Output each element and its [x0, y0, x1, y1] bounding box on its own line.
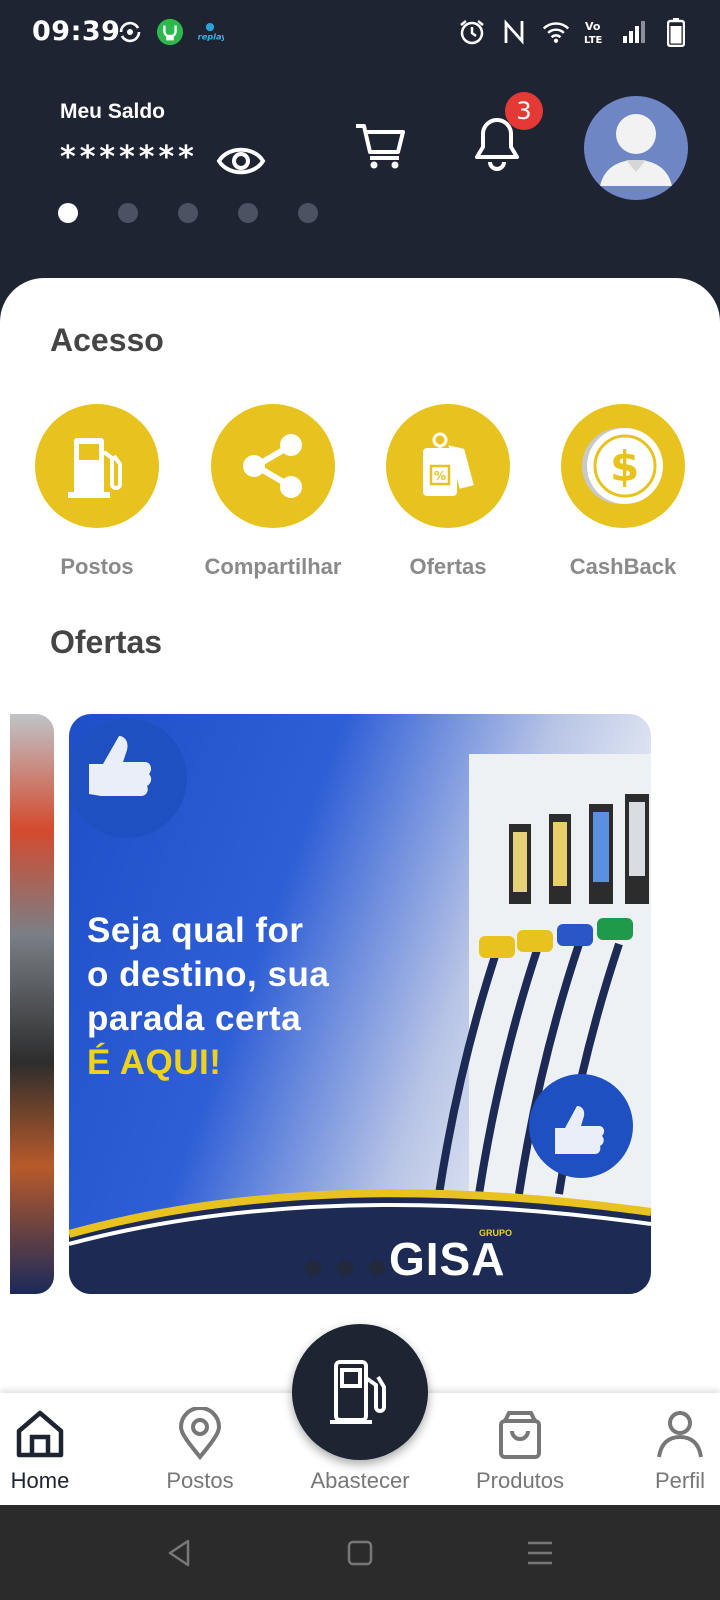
cart-button[interactable]	[354, 118, 408, 172]
nav-item-produtos[interactable]: Produtos	[450, 1393, 590, 1505]
fuel-pump-icon	[330, 1360, 386, 1424]
abastecer-fab-button[interactable]	[292, 1324, 428, 1460]
person-icon	[657, 1411, 703, 1458]
dollar-coin-icon: $	[582, 428, 663, 504]
balance-carousel-dots	[58, 203, 318, 223]
back-triangle-icon	[168, 1539, 190, 1567]
offer-carousel-dot[interactable]	[337, 1260, 353, 1276]
balance-label: Meu Saldo	[60, 100, 166, 123]
battery-icon	[662, 18, 690, 47]
price-tags-icon: %	[423, 432, 477, 496]
svg-text:Vo: Vo	[585, 20, 601, 33]
carousel-dot[interactable]	[298, 203, 318, 223]
svg-text:LTE: LTE	[584, 35, 603, 46]
menu-lines-icon	[528, 1541, 552, 1565]
system-recents-button[interactable]	[520, 1535, 560, 1571]
nav-item-perfil[interactable]: Perfil	[610, 1393, 720, 1505]
access-label: Ofertas	[409, 554, 487, 579]
access-label: Postos	[60, 554, 134, 579]
offer-line-4: É AQUI!	[87, 1043, 222, 1082]
alarm-icon	[458, 18, 486, 46]
nav-label: Produtos	[475, 1468, 565, 1493]
access-section-title: Acesso	[50, 322, 164, 358]
wifi-icon	[542, 18, 570, 46]
toggle-balance-visibility-button[interactable]	[216, 140, 266, 182]
access-item-compartilhar[interactable]: Compartilhar	[188, 404, 358, 580]
svg-text:%: %	[434, 469, 446, 483]
system-home-button[interactable]	[340, 1535, 380, 1571]
carousel-dot[interactable]	[118, 203, 138, 223]
offer-carousel-dot[interactable]	[369, 1260, 385, 1276]
fuel-pump-icon	[68, 438, 122, 498]
svg-text:$: $	[610, 442, 639, 491]
system-navigation-bar	[0, 1505, 720, 1600]
access-label: CashBack	[569, 554, 677, 579]
access-label: Compartilhar	[204, 554, 342, 579]
abastecer-label: Abastecer	[310, 1468, 410, 1493]
nav-label: Perfil	[654, 1468, 706, 1493]
cart-icon	[356, 124, 405, 169]
offer-brand-sub: GRUPO	[479, 1228, 513, 1238]
avatar[interactable]	[584, 96, 688, 200]
carousel-dot[interactable]	[178, 203, 198, 223]
status-right-icons: Vo LTE	[458, 18, 690, 47]
svg-text:replay: replay	[198, 31, 224, 41]
system-back-button[interactable]	[160, 1535, 200, 1571]
carousel-dot[interactable]	[238, 203, 258, 223]
sync-icon	[116, 18, 144, 46]
nav-label: Postos	[166, 1468, 234, 1493]
nav-item-postos[interactable]: Postos	[130, 1393, 270, 1505]
status-bar: 09:39 replay Vo LTE	[0, 0, 720, 70]
user-avatar-icon	[600, 114, 672, 186]
notification-count-badge: 3	[505, 92, 543, 130]
offer-line-2: o destino, sua	[87, 955, 330, 994]
app-notification-icon	[156, 18, 184, 46]
eye-icon	[216, 147, 266, 175]
offer-line-1: Seja qual for	[87, 911, 304, 950]
offer-line-3: parada certa	[87, 999, 302, 1038]
offers-section-title: Ofertas	[50, 624, 163, 660]
status-time: 09:39	[32, 16, 121, 47]
offer-banner-text: Seja qual for o destino, sua parada cert…	[87, 909, 329, 1085]
access-item-ofertas[interactable]: % Ofertas	[363, 404, 533, 580]
offer-card-previous[interactable]	[10, 714, 54, 1294]
home-icon	[16, 1410, 64, 1458]
offer-brand-logo: GISA	[389, 1233, 506, 1285]
nfc-icon	[500, 18, 528, 46]
shopping-bag-icon	[499, 1411, 541, 1459]
nav-item-home[interactable]: Home	[0, 1393, 110, 1505]
offer-carousel-dot[interactable]	[305, 1260, 321, 1276]
offer-carousel-dots	[305, 1260, 385, 1276]
access-item-postos[interactable]: Postos	[12, 404, 182, 580]
volte-icon: Vo LTE	[584, 18, 606, 46]
status-left-icons: replay	[116, 18, 224, 46]
nav-label: Home	[10, 1468, 70, 1493]
share-icon	[243, 434, 302, 498]
signal-icon	[620, 18, 648, 46]
offer-card[interactable]: Seja qual for o destino, sua parada cert…	[69, 714, 651, 1294]
home-square-icon	[347, 1540, 373, 1566]
balance-value: *******	[60, 140, 198, 175]
carousel-dot[interactable]	[58, 203, 78, 223]
replay-icon: replay	[196, 18, 224, 46]
access-item-cashback[interactable]: $ CashBack	[538, 404, 708, 580]
location-pin-icon	[178, 1406, 222, 1461]
